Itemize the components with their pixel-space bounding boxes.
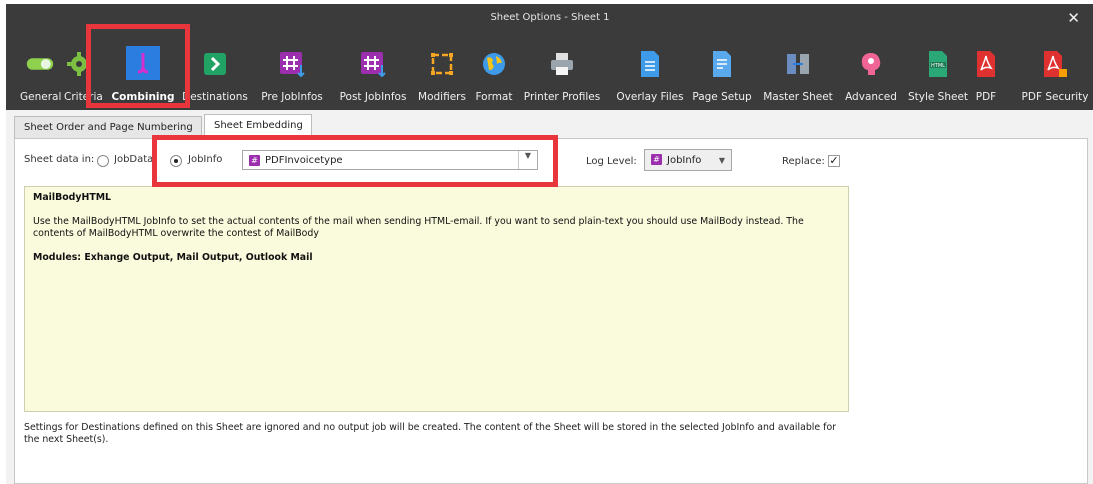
log-level-value: JobInfo (667, 155, 702, 166)
toolbar-label: Pre JobInfos (261, 91, 323, 103)
toolbar-label: General (20, 91, 62, 103)
toolbar-label: Destinations (182, 91, 248, 103)
toolbar-printer-profiles[interactable]: Printer Profiles (520, 34, 604, 110)
radio-jobdata[interactable] (97, 155, 109, 167)
sheet-options-window: Sheet Options - Sheet 1 ✕ General Criter… (6, 4, 1093, 484)
chevron-down-icon[interactable]: ▼ (518, 151, 537, 169)
replace-label: Replace: (782, 156, 825, 167)
toolbar-pdf[interactable]: PDF (972, 34, 1000, 110)
window-title: Sheet Options - Sheet 1 (490, 12, 610, 23)
combining-icon (126, 46, 160, 80)
toolbar-overlay-files[interactable]: Overlay Files (614, 34, 686, 110)
toolbar-destinations[interactable]: Destinations (180, 34, 250, 110)
tab-sheet-order[interactable]: Sheet Order and Page Numbering (14, 116, 202, 138)
toolbar-general[interactable]: General (20, 34, 62, 110)
hash-icon (359, 50, 387, 78)
printer-icon (548, 50, 576, 78)
toolbar-label: Page Setup (692, 91, 752, 103)
footer-note: Settings for Destinations defined on thi… (24, 422, 837, 445)
toolbar-combining[interactable]: Combining (110, 34, 176, 110)
svg-text:HTML: HTML (931, 63, 945, 69)
log-level-tag-icon: # (651, 154, 662, 165)
toolbar-label: Style Sheet (907, 91, 969, 103)
html-icon: HTML (924, 50, 952, 78)
toolbar-post-jobinfos[interactable]: Post JobInfos (336, 34, 410, 110)
toolbar-label: PDF Security (1021, 91, 1089, 103)
globe-icon (480, 50, 508, 78)
toolbar-label: Modifiers (418, 91, 466, 103)
arrow-right-icon (201, 50, 229, 78)
toolbar-label: PDF (975, 91, 997, 103)
toggle-icon (26, 50, 54, 78)
master-sheet-icon (784, 50, 812, 78)
toolbar-style-sheet[interactable]: HTML Style Sheet (906, 34, 970, 110)
toolbar-label: Criteria (64, 91, 103, 103)
toolbar-pdf-security[interactable]: PDF Security (1018, 34, 1092, 110)
hash-icon (278, 50, 306, 78)
toolbar-page-setup[interactable]: Page Setup (690, 34, 754, 110)
jobinfo-select-value: PDFInvoicetype (265, 155, 343, 166)
pdf-icon (972, 50, 1000, 78)
document-icon (636, 50, 664, 78)
jobinfo-help-box: MailBodyHTML Use the MailBodyHTML JobInf… (24, 186, 849, 412)
replace-checkbox[interactable]: ✓ (828, 155, 840, 167)
jobinfo-tag-icon: # (249, 155, 260, 166)
toolbar-label: Advanced (845, 91, 897, 103)
help-title: MailBodyHTML (33, 192, 112, 203)
gear-icon (65, 50, 93, 78)
toolbar-label: Master Sheet (763, 91, 833, 103)
chevron-down-icon[interactable]: ▼ (713, 150, 731, 170)
radio-jobinfo[interactable] (170, 155, 182, 167)
toolbar-label: Format (475, 91, 513, 103)
sheet-data-label: Sheet data in: (24, 154, 95, 165)
toolbar-master-sheet[interactable]: Master Sheet (760, 34, 836, 110)
toolbar-advanced[interactable]: Advanced (842, 34, 900, 110)
help-modules: Modules: Exhange Output, Mail Output, Ou… (33, 252, 313, 263)
toolbar-label: Combining (111, 91, 175, 103)
title-bar: Sheet Options - Sheet 1 ✕ (6, 4, 1093, 34)
toolbar: General Criteria Combining Destinations (6, 34, 1093, 110)
radio-jobinfo-label: JobInfo (188, 154, 223, 165)
jobinfo-select[interactable]: # PDFInvoicetype ▼ (242, 150, 538, 170)
toolbar-label: Printer Profiles (523, 91, 601, 103)
help-body: Use the MailBodyHTML JobInfo to set the … (33, 216, 804, 239)
close-icon[interactable]: ✕ (1067, 9, 1080, 27)
toolbar-pre-jobinfos[interactable]: Pre JobInfos (257, 34, 327, 110)
page-setup-icon (708, 50, 736, 78)
log-level-label: Log Level: (586, 156, 637, 167)
radio-jobdata-label: JobData (114, 154, 154, 165)
toolbar-label: Overlay Files (616, 91, 684, 103)
pdf-security-icon (1041, 50, 1069, 78)
toolbar-criteria[interactable]: Criteria (64, 34, 103, 110)
brain-icon (857, 50, 885, 78)
toolbar-label: Post JobInfos (339, 91, 407, 103)
tab-sheet-embedding[interactable]: Sheet Embedding (204, 114, 312, 139)
modifiers-icon (428, 50, 456, 78)
toolbar-modifiers[interactable]: Modifiers (416, 34, 468, 110)
log-level-select[interactable]: # JobInfo ▼ (644, 149, 732, 171)
toolbar-format[interactable]: Format (472, 34, 516, 110)
